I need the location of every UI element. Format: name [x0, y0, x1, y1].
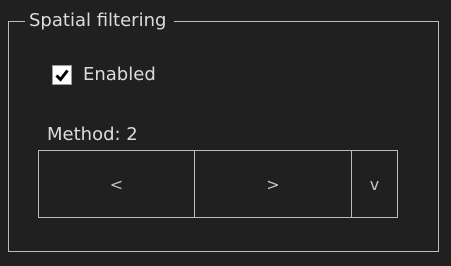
checkbox-label: Enabled — [83, 64, 156, 85]
checkbox-box[interactable] — [52, 65, 72, 85]
method-label: Method: 2 — [47, 124, 138, 145]
checkmark-icon — [55, 69, 69, 82]
enabled-checkbox[interactable]: Enabled — [52, 62, 156, 88]
previous-method-button[interactable]: < — [38, 150, 195, 218]
spatial-filtering-panel: Spatial filtering Enabled Method: 2 < > … — [0, 0, 451, 266]
group-title: Spatial filtering — [25, 10, 175, 34]
next-method-button[interactable]: > — [194, 150, 352, 218]
method-dropdown-button[interactable]: v — [351, 150, 398, 218]
